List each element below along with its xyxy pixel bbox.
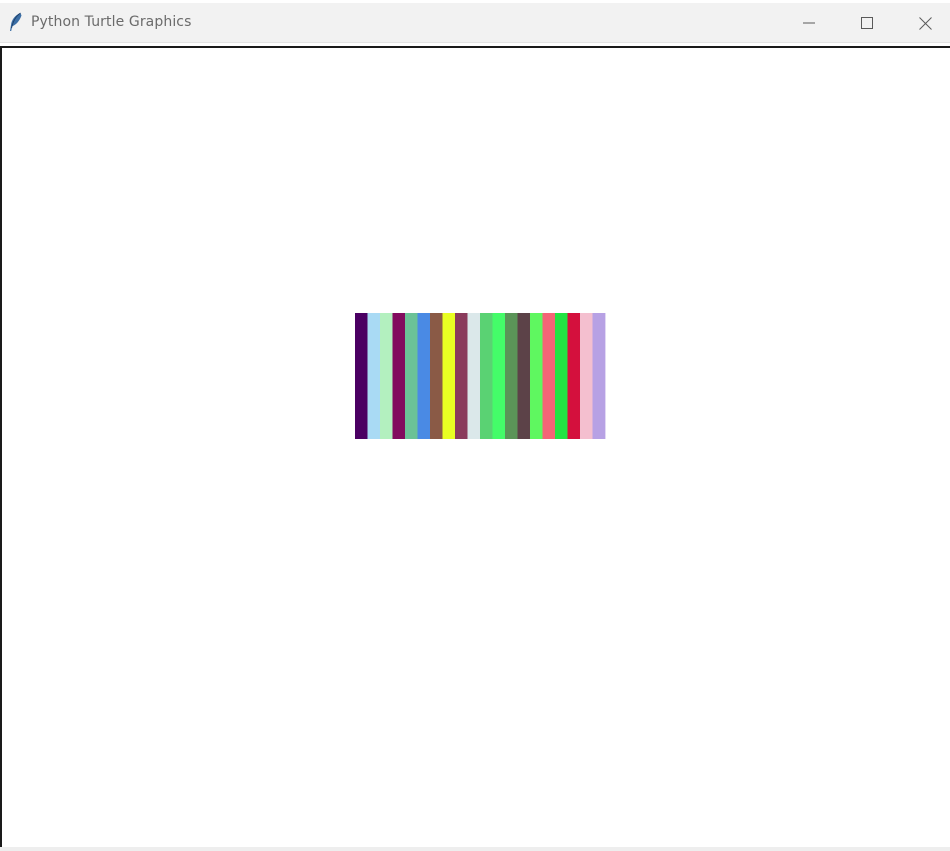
feather-icon [8, 12, 24, 32]
turtle-window: Python Turtle Graphics [0, 0, 950, 851]
stripe-bar [592, 313, 606, 439]
stripe-bar [555, 313, 568, 439]
window-bottom-edge [0, 847, 950, 851]
maximize-icon [861, 17, 873, 29]
stripe-bar [405, 313, 418, 439]
stripe-bar [455, 313, 468, 439]
stripe-bar [392, 313, 406, 439]
close-icon [918, 16, 932, 30]
minimize-button[interactable] [781, 3, 837, 43]
title-bar[interactable]: Python Turtle Graphics [0, 3, 950, 43]
stripe-bar [542, 313, 556, 439]
stripe-bar [580, 313, 593, 439]
stripe-bar [492, 313, 506, 439]
stripe-bar [567, 313, 581, 439]
stripe-bar [480, 313, 493, 439]
turtle-canvas-area[interactable] [0, 46, 950, 848]
stripe-bar [530, 313, 543, 439]
close-button[interactable] [897, 3, 950, 43]
stripe-bar [380, 313, 393, 439]
stripe-bar [442, 313, 456, 439]
window-title: Python Turtle Graphics [31, 14, 192, 30]
stripe-bar [417, 313, 431, 439]
stripe-bar [505, 313, 518, 439]
stripe-bar [367, 313, 381, 439]
turtle-drawing [355, 313, 606, 439]
stripe-bar [467, 313, 481, 439]
maximize-button[interactable] [839, 3, 895, 43]
stripe-bar [430, 313, 443, 439]
stripe-bar [517, 313, 531, 439]
stripe-bar [355, 313, 368, 439]
minimize-icon [803, 17, 815, 29]
